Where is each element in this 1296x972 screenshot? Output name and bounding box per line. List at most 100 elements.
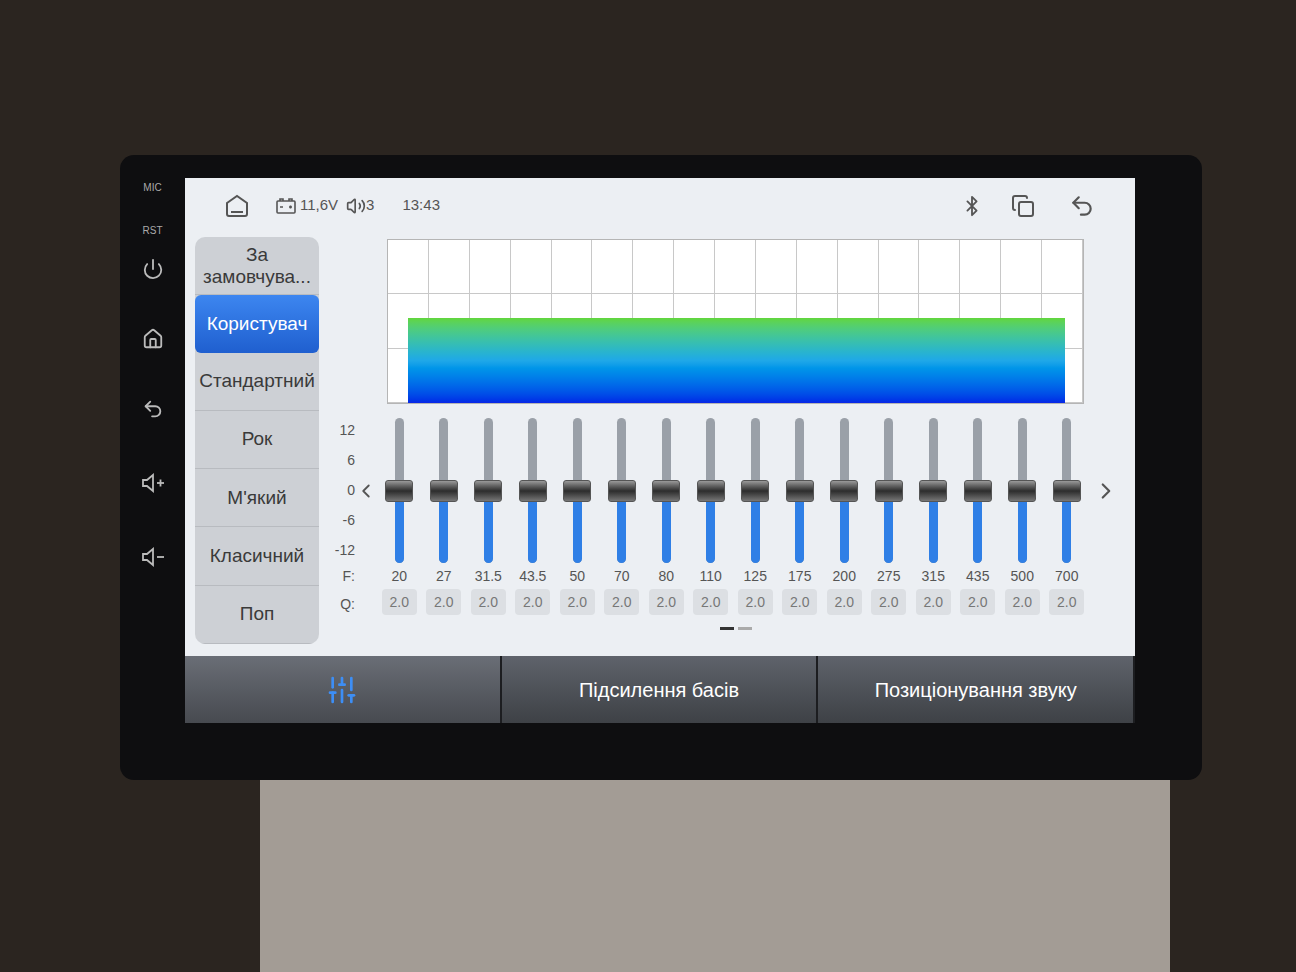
preset-item[interactable]: Класичний — [195, 527, 319, 585]
slider-thumb[interactable] — [964, 480, 992, 502]
band-q-button[interactable]: 2.0 — [382, 589, 417, 615]
chart-bar — [408, 318, 449, 403]
band-q-button[interactable]: 2.0 — [871, 589, 906, 615]
slider-track[interactable] — [617, 418, 626, 563]
chart-bar — [778, 318, 819, 403]
slider-track[interactable] — [528, 418, 537, 563]
back-icon[interactable] — [142, 398, 164, 420]
axis-tick: 12 — [339, 420, 355, 441]
band-frequency: 200 — [833, 563, 856, 589]
slider-track[interactable] — [840, 418, 849, 563]
slider-thumb[interactable] — [652, 480, 680, 502]
slider-thumb[interactable] — [519, 480, 547, 502]
slider-thumb[interactable] — [563, 480, 591, 502]
band-q-button[interactable]: 2.0 — [649, 589, 684, 615]
slider-track[interactable] — [929, 418, 938, 563]
slider-track[interactable] — [706, 418, 715, 563]
band-q-button[interactable]: 2.0 — [515, 589, 550, 615]
slider-track[interactable] — [662, 418, 671, 563]
mic-label: MIC — [143, 180, 161, 195]
bottom-tab[interactable]: Підсилення басів — [502, 656, 819, 723]
band-q-button[interactable]: 2.0 — [693, 589, 728, 615]
rst-label: RST — [143, 223, 163, 238]
band-q-button[interactable]: 2.0 — [960, 589, 995, 615]
axis-labels: 1260-6-12F:Q: — [327, 418, 355, 619]
band-q-button[interactable]: 2.0 — [426, 589, 461, 615]
power-icon[interactable] — [142, 258, 164, 280]
band-q-button[interactable]: 2.0 — [1049, 589, 1084, 615]
slider-track[interactable] — [751, 418, 760, 563]
band-frequency: 275 — [877, 563, 900, 589]
bluetooth-icon[interactable] — [961, 195, 983, 217]
slider-thumb[interactable] — [875, 480, 903, 502]
slider-track[interactable] — [395, 418, 404, 563]
slider-track[interactable] — [484, 418, 493, 563]
slider-track[interactable] — [573, 418, 582, 563]
back-button[interactable] — [142, 398, 164, 420]
slider-thumb[interactable] — [1053, 480, 1081, 502]
slider-thumb[interactable] — [830, 480, 858, 502]
volume-down-icon[interactable] — [140, 546, 166, 568]
band-q-button[interactable]: 2.0 — [738, 589, 773, 615]
band-q-button[interactable]: 2.0 — [471, 589, 506, 615]
home-icon[interactable] — [223, 193, 251, 219]
bottom-tab[interactable] — [185, 656, 502, 723]
slider-track[interactable] — [884, 418, 893, 563]
home-button[interactable] — [142, 328, 164, 350]
slider-thumb[interactable] — [430, 480, 458, 502]
slider-track[interactable] — [1018, 418, 1027, 563]
slider-thumb[interactable] — [608, 480, 636, 502]
band-slider: 2752.0 — [867, 418, 912, 619]
chart-fill — [408, 240, 1065, 403]
slider-track[interactable] — [1062, 418, 1071, 563]
previous-page-icon[interactable] — [355, 478, 377, 504]
band-q-button[interactable]: 2.0 — [604, 589, 639, 615]
slider-thumb[interactable] — [385, 480, 413, 502]
bottom-tab[interactable]: Позиціонування звуку — [818, 656, 1135, 723]
band-slider: 4352.0 — [956, 418, 1001, 619]
band-frequency: 50 — [569, 563, 585, 589]
band-frequency: 315 — [922, 563, 945, 589]
band-q-button[interactable]: 2.0 — [916, 589, 951, 615]
preset-item[interactable]: За замовчува... — [195, 237, 319, 295]
band-q-button[interactable]: 2.0 — [1005, 589, 1040, 615]
axis-tick: -12 — [335, 540, 355, 561]
band-frequency: 110 — [700, 563, 722, 589]
volume-up-icon[interactable] — [140, 472, 166, 494]
slider-track[interactable] — [795, 418, 804, 563]
band-q-button[interactable]: 2.0 — [782, 589, 817, 615]
band-q-button[interactable]: 2.0 — [560, 589, 595, 615]
slider-thumb[interactable] — [697, 480, 725, 502]
band-q-button[interactable]: 2.0 — [827, 589, 862, 615]
slider-track[interactable] — [973, 418, 982, 563]
home-icon[interactable] — [142, 328, 164, 350]
back-icon[interactable] — [1069, 193, 1095, 219]
slider-track[interactable] — [439, 418, 448, 563]
photo: MICRST11,6V313:43За замовчува...Користув… — [0, 0, 1296, 972]
preset-item[interactable]: Стандартний — [195, 353, 319, 411]
preset-item[interactable]: Рок — [195, 411, 319, 469]
power-button[interactable] — [142, 258, 164, 280]
band-slider: 1252.0 — [733, 418, 778, 619]
chart-bar — [613, 318, 654, 403]
content: За замовчува...КористувачСтандартнийРокМ… — [185, 233, 1135, 656]
chart-bar — [531, 318, 572, 403]
clock: 13:43 — [402, 194, 440, 217]
freq-axis-label: F: — [343, 563, 355, 589]
slider-thumb[interactable] — [741, 480, 769, 502]
slider-thumb[interactable] — [1008, 480, 1036, 502]
recent-apps-icon[interactable] — [1011, 194, 1035, 218]
volume-down-button[interactable] — [140, 546, 166, 568]
equalizer-icon[interactable] — [326, 674, 358, 706]
volume-up-button[interactable] — [140, 472, 166, 494]
band-frequency: 70 — [614, 563, 630, 589]
preset-item[interactable]: М'який — [195, 469, 319, 527]
preset-item[interactable]: Користувач — [195, 295, 319, 352]
next-page-icon[interactable] — [1093, 478, 1119, 504]
slider-thumb[interactable] — [786, 480, 814, 502]
voltage: 11,6V — [300, 194, 338, 217]
slider-thumb[interactable] — [474, 480, 502, 502]
preset-item[interactable]: Поп — [195, 586, 319, 644]
tab-label: Позиціонування звуку — [875, 675, 1077, 705]
slider-thumb[interactable] — [919, 480, 947, 502]
